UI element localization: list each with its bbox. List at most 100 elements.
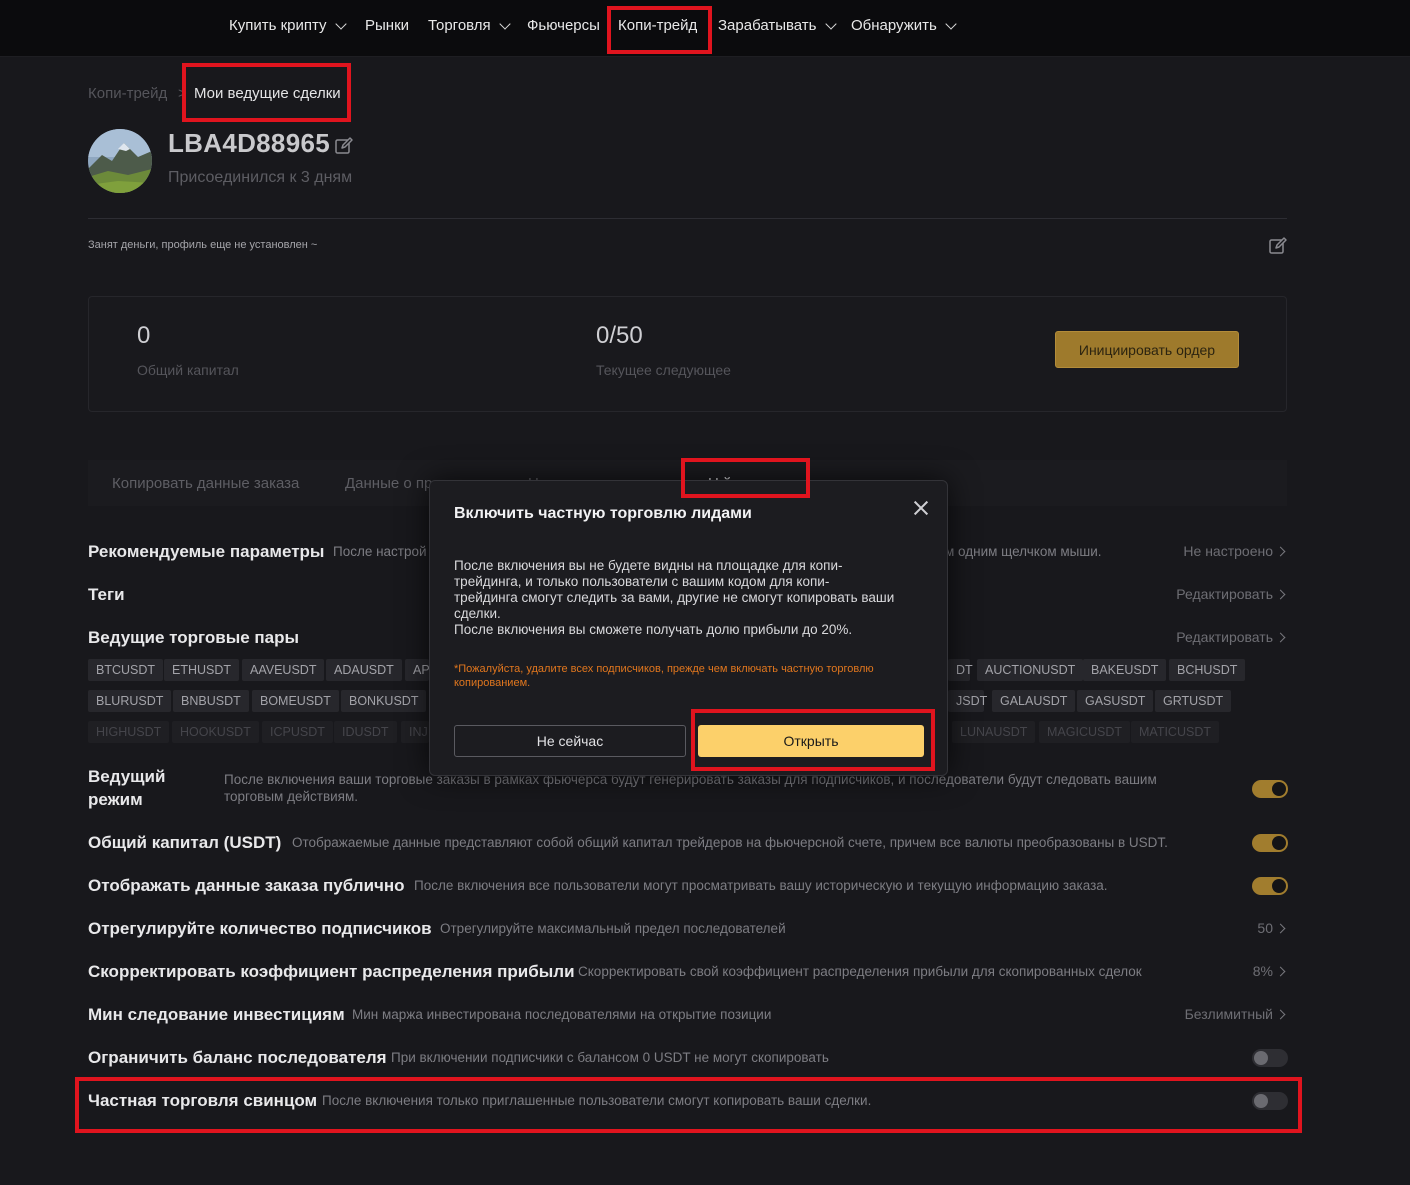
lead-pairs-title: Ведущие торговые пары [88, 628, 300, 647]
pair-chip: HOOKUSDT [172, 721, 259, 743]
chevron-right-icon [1275, 1009, 1286, 1019]
pair-chip: LUNAUSDT [952, 721, 1036, 743]
pair-chip: BCHUSDT [1169, 659, 1246, 681]
profile-bio: Занят деньги, профиль еще не установлен … [88, 239, 318, 251]
pair-chip: DT [948, 659, 973, 681]
total-capital-value: 0 [137, 322, 151, 349]
pair-chip: GALAUSDT [992, 690, 1076, 712]
avatar [88, 129, 152, 193]
edit-bio-icon[interactable] [1268, 236, 1288, 256]
divider [88, 218, 1287, 219]
nav-copy-trade[interactable]: Копи-трейд [618, 17, 697, 34]
pair-chip: ICPUSDT [262, 721, 333, 743]
nav-markets[interactable]: Рынки [365, 17, 409, 34]
chevron-right-icon [1275, 966, 1286, 976]
lead-mode-toggle[interactable] [1252, 780, 1288, 798]
username: LBA4D88965 [168, 128, 330, 158]
pair-chip: MAGICUSDT [1039, 721, 1130, 743]
pair-chip: BAKEUSDT [1083, 659, 1167, 681]
pair-chip: ADAUSDT [326, 659, 402, 681]
pair-chip: AAVEUSDT [242, 659, 325, 681]
pair-chip: HIGHUSDT [88, 721, 170, 743]
chevron-down-icon [334, 17, 347, 30]
pair-chip: BOMEUSDT [252, 690, 339, 712]
followers-label: Текущее следующее [596, 362, 731, 378]
breadcrumb-separator: > [178, 85, 187, 102]
edit-icon[interactable] [334, 136, 354, 156]
limit-balance-title: Ограничить баланс последователя [88, 1048, 387, 1067]
chevron-down-icon [945, 17, 957, 30]
nav-futures[interactable]: Фьючерсы [527, 17, 600, 34]
pair-chip: BNBUSDT [173, 690, 249, 712]
tags-edit-link[interactable]: Редактировать [1176, 586, 1286, 602]
breadcrumb-current: Мои ведущие сделки [194, 85, 341, 102]
pair-chip: JSDT [948, 690, 987, 712]
pair-chip: AP [405, 659, 430, 681]
top-navigation: Купить крипту Рынки Торговля Фьючерсы Ко… [0, 0, 1410, 57]
tab-profile-data[interactable]: Данные о пр [345, 475, 432, 492]
profit-share-value[interactable]: 8% [1253, 963, 1286, 979]
followers-count-value[interactable]: 50 [1257, 920, 1286, 936]
pair-chip: INJ [401, 721, 429, 743]
chevron-right-icon [1275, 632, 1286, 642]
nav-discover[interactable]: Обнаружить [851, 17, 957, 34]
min-invest-value[interactable]: Безлимитный [1185, 1006, 1286, 1022]
not-now-button[interactable]: Не сейчас [454, 725, 686, 757]
followers-value: 0/50 [596, 322, 643, 349]
public-orders-toggle[interactable] [1252, 877, 1288, 895]
nav-trading[interactable]: Торговля [428, 17, 511, 34]
total-capital-toggle[interactable] [1252, 834, 1288, 852]
private-lead-desc: После включения только приглашенные поль… [322, 1093, 872, 1108]
chevron-down-icon [499, 17, 511, 30]
lead-mode-title-line2: режим [88, 790, 143, 809]
pair-chip: BLURUSDT [88, 690, 172, 712]
public-orders-desc: После включения все пользователи могут п… [414, 878, 1108, 893]
open-button[interactable]: Открыть [698, 725, 924, 757]
pair-chip: GRTUSDT [1155, 690, 1232, 712]
private-lead-toggle[interactable] [1252, 1092, 1288, 1110]
public-orders-title: Отображать данные заказа публично [88, 876, 405, 895]
pair-chip: AUCTIONUSDT [977, 659, 1084, 681]
lead-mode-desc-line2: торговым действиям. [224, 789, 359, 804]
private-lead-title: Частная торговля свинцом [88, 1091, 318, 1110]
initiate-order-button[interactable]: Инициировать ордер [1055, 331, 1239, 368]
modal-warning: *Пожалуйста, удалите всех подписчиков, п… [454, 663, 874, 689]
total-capital-title: Общий капитал (USDT) [88, 833, 282, 852]
chevron-right-icon [1275, 546, 1286, 556]
modal-body: После включения вы не будете видны на пл… [454, 558, 895, 637]
tab-copy-data[interactable]: Копировать данные заказа [112, 475, 299, 492]
pair-chip: MATICUSDT [1131, 721, 1219, 743]
recommended-params-title: Рекомендуемые параметры [88, 542, 325, 561]
profit-share-desc: Скорректировать свой коэффициент распред… [578, 964, 1142, 979]
tags-title: Теги [88, 585, 125, 604]
pair-chip: ETHUSDT [164, 659, 240, 681]
limit-balance-toggle[interactable] [1252, 1049, 1288, 1067]
breadcrumb-parent[interactable]: Копи-трейд [88, 85, 167, 102]
pair-chip: BONKUSDT [341, 690, 427, 712]
nav-buy-crypto[interactable]: Купить крипту [229, 17, 347, 34]
private-lead-modal: Включить частную торговлю лидами После в… [429, 480, 948, 776]
recommended-params-desc: После настрой [333, 544, 427, 559]
lead-mode-title-line1: Ведущий [88, 767, 166, 786]
pair-chip: IDUSDT [334, 721, 397, 743]
profit-share-title: Скорректировать коэффициент распределени… [88, 962, 575, 981]
chevron-right-icon [1275, 923, 1286, 933]
limit-balance-desc: При включении подписчики с балансом 0 US… [391, 1050, 829, 1065]
min-invest-desc: Мин маржа инвестирована последователями … [352, 1007, 772, 1022]
joined-date: Присоединился к 3 дням [168, 169, 353, 186]
pair-chip: GASUSDT [1077, 690, 1154, 712]
avatar-mountain-image [88, 129, 152, 193]
recommended-params-value[interactable]: Не настроено [1183, 543, 1286, 559]
chevron-down-icon [824, 17, 837, 30]
modal-title: Включить частную торговлю лидами [454, 505, 752, 522]
close-icon[interactable] [910, 497, 932, 519]
recommended-params-desc-right: м одним щелчком мыши. [945, 544, 1102, 559]
min-invest-title: Мин следование инвестициям [88, 1005, 345, 1024]
followers-count-desc: Отрегулируйте максимальный предел послед… [440, 921, 786, 936]
chevron-right-icon [1275, 589, 1286, 599]
total-capital-desc: Отображаемые данные представляют собой о… [292, 835, 1168, 850]
nav-earn[interactable]: Зарабатывать [718, 17, 837, 34]
total-capital-label: Общий капитал [137, 362, 239, 378]
pair-chip: BTCUSDT [88, 659, 164, 681]
lead-pairs-edit-link[interactable]: Редактировать [1176, 629, 1286, 645]
